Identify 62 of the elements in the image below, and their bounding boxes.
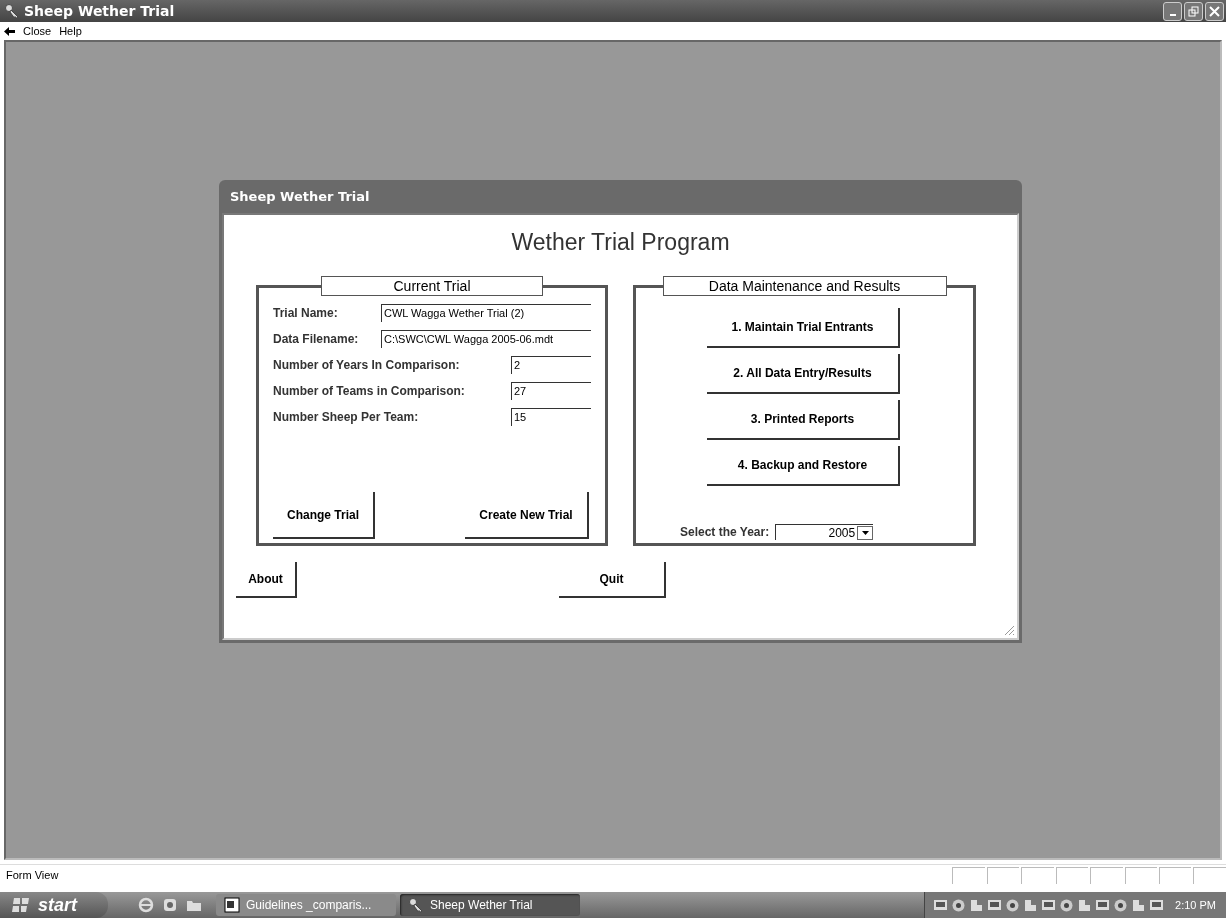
status-panel	[1021, 866, 1054, 884]
tray-icon[interactable]	[1131, 897, 1147, 913]
menu-item[interactable]: Close	[23, 25, 52, 37]
tray-icon[interactable]	[951, 897, 967, 913]
year-label: Select the Year:	[680, 525, 770, 539]
year-dropdown[interactable]: 2005	[775, 524, 874, 540]
minimize-button[interactable]	[1163, 1, 1182, 21]
flag-icon	[12, 897, 30, 913]
tray-icon[interactable]	[933, 897, 949, 913]
text-field[interactable]: 15	[511, 408, 591, 426]
field-label: Number of Years In Comparison:	[273, 358, 460, 372]
text-field[interactable]: 27	[511, 382, 591, 400]
back-arrow-icon	[4, 26, 15, 36]
tray-icon[interactable]	[1113, 897, 1129, 913]
close-icon	[1209, 5, 1220, 17]
tray-icon[interactable]	[1095, 897, 1111, 913]
tray-icon[interactable]	[969, 897, 985, 913]
form-heading: Wether Trial Program	[510, 229, 731, 256]
text-field[interactable]: CWL Wagga Wether Trial (2)	[381, 304, 591, 322]
group-title: Current Trial	[321, 276, 543, 296]
trial-button[interactable]: Change Trial	[273, 492, 375, 539]
text-field[interactable]: C:\SWC\CWL Wagga 2005-06.mdt	[381, 330, 591, 348]
text-field[interactable]: 2	[511, 356, 591, 374]
field-label: Number of Teams in Comparison:	[273, 384, 465, 398]
status-panel	[1055, 866, 1089, 884]
tray-icon[interactable]	[1077, 897, 1093, 913]
status-panel	[1159, 866, 1192, 884]
tray-icon[interactable]	[1059, 897, 1075, 913]
resize-grip-icon[interactable]	[1004, 625, 1015, 636]
clock: 2:10 PM	[1175, 899, 1216, 911]
field-label: Number Sheep Per Team:	[273, 410, 419, 424]
field-label: Data Filename:	[273, 332, 359, 346]
menu-button[interactable]: 1. Maintain Trial Entrants	[707, 308, 900, 348]
menu-item[interactable]: Help	[59, 25, 82, 37]
about-button[interactable]: About	[236, 562, 297, 598]
start-button[interactable]: start	[0, 892, 108, 918]
minimize-icon	[1169, 13, 1176, 16]
menu-button[interactable]: 2. All Data Entry/Results	[707, 354, 900, 394]
taskbar-button[interactable]: Sheep Wether Trial	[400, 894, 580, 916]
restore-icon	[1188, 5, 1199, 17]
status-panel	[986, 866, 1020, 884]
tray-icon[interactable]	[987, 897, 1003, 913]
close-button[interactable]	[1205, 1, 1224, 21]
group-title: Data Maintenance and Results	[662, 276, 947, 296]
status-panel	[952, 866, 985, 884]
dialog-title: Sheep Wether Trial	[230, 189, 370, 204]
status-panel	[1090, 866, 1123, 884]
tray-icon[interactable]	[1023, 897, 1039, 913]
status-panel	[1193, 866, 1226, 884]
menu-button[interactable]: 3. Printed Reports	[707, 400, 900, 440]
field-label: Trial Name:	[273, 306, 338, 320]
menu-button[interactable]: 4. Backup and Restore	[707, 446, 900, 486]
document-icon	[224, 897, 240, 913]
tray-icon[interactable]	[1041, 897, 1057, 913]
trial-button[interactable]: Create New Trial	[465, 492, 589, 539]
quit-button[interactable]: Quit	[559, 562, 666, 598]
status-text: Form View	[6, 869, 60, 881]
status-panel	[1124, 866, 1157, 884]
window-title: Sheep Wether Trial	[24, 3, 175, 19]
restore-button[interactable]	[1184, 1, 1203, 21]
tray-icon[interactable]	[1005, 897, 1021, 913]
tray-icon[interactable]	[1149, 897, 1165, 913]
